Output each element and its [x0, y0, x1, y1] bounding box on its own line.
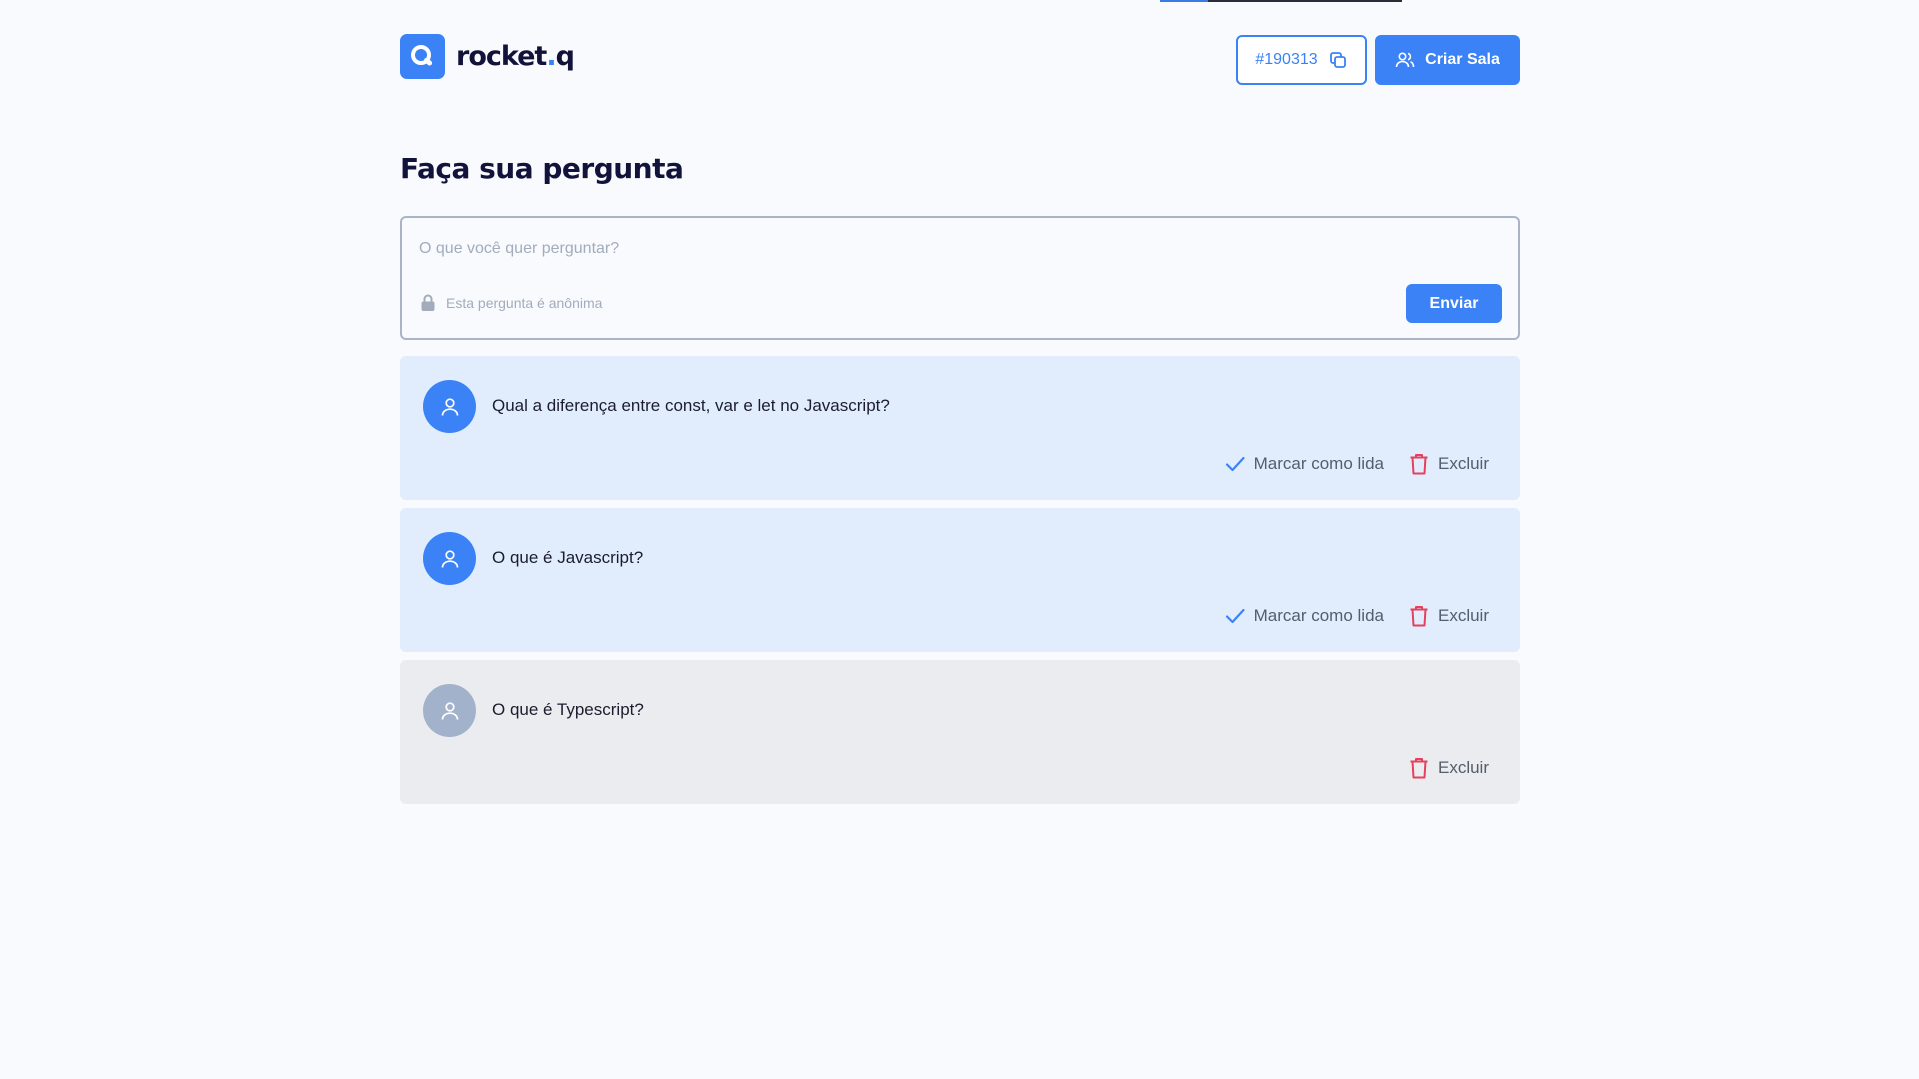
trash-icon: [1410, 758, 1428, 779]
user-icon: [441, 549, 458, 568]
question-text: O que é Typescript?: [492, 700, 644, 719]
delete-button[interactable]: Excluir: [1408, 756, 1489, 780]
copy-room-code-button[interactable]: #190313: [1236, 35, 1367, 85]
create-room-label: Criar Sala: [1425, 51, 1500, 68]
trash-icon: [1410, 606, 1428, 627]
avatar: [423, 380, 476, 433]
check-icon: [1225, 456, 1245, 472]
logo-mark-icon: [400, 34, 445, 79]
avatar: [423, 532, 476, 585]
create-room-button[interactable]: Criar Sala: [1375, 35, 1520, 85]
question-actions: Marcar como lida Excluir: [1224, 452, 1489, 476]
question-actions: Marcar como lida Excluir: [1224, 604, 1489, 628]
question-input[interactable]: [419, 236, 1499, 262]
check-icon: [1225, 608, 1245, 624]
avatar: [423, 684, 476, 737]
question-text: Qual a diferença entre const, var e let …: [492, 396, 890, 415]
question-card: O que é Javascript? Marcar como lida Exc…: [400, 508, 1520, 652]
user-icon: [441, 397, 458, 416]
copy-icon: [1329, 52, 1346, 68]
trash-icon: [1410, 454, 1428, 475]
logo-text: rocket.q: [456, 41, 575, 72]
question-card: Qual a diferença entre const, var e let …: [400, 356, 1520, 500]
anonymous-note: Esta pergunta é anônima: [420, 294, 602, 312]
header: rocket.q #190313 Criar Sala: [400, 0, 1520, 120]
delete-label: Excluir: [1437, 758, 1489, 777]
page-container: rocket.q #190313 Criar Sala Faça sua per…: [400, 0, 1520, 804]
question-text: O que é Javascript?: [492, 548, 644, 567]
delete-button[interactable]: Excluir: [1408, 452, 1489, 476]
question-card: O que é Typescript? Excluir: [400, 660, 1520, 804]
delete-button[interactable]: Excluir: [1408, 604, 1489, 628]
mark-as-read-button[interactable]: Marcar como lida: [1224, 605, 1384, 627]
send-button[interactable]: Enviar: [1406, 284, 1502, 323]
delete-label: Excluir: [1437, 454, 1489, 473]
page-title: Faça sua pergunta: [400, 152, 684, 185]
question-list: Qual a diferença entre const, var e let …: [400, 356, 1520, 812]
lock-icon: [421, 294, 435, 311]
users-icon: [1395, 52, 1415, 68]
question-actions: Excluir: [1408, 756, 1489, 780]
logo[interactable]: rocket.q: [400, 34, 575, 79]
delete-label: Excluir: [1437, 606, 1489, 625]
mark-as-read-button[interactable]: Marcar como lida: [1224, 453, 1384, 475]
mark-as-read-label: Marcar como lida: [1253, 606, 1384, 625]
header-actions: #190313 Criar Sala: [1236, 35, 1520, 85]
question-form: Esta pergunta é anônima Enviar: [400, 216, 1520, 340]
user-icon: [441, 701, 458, 720]
anonymous-label: Esta pergunta é anônima: [446, 295, 603, 311]
mark-as-read-label: Marcar como lida: [1253, 454, 1384, 473]
room-code-label: #190313: [1255, 51, 1318, 68]
